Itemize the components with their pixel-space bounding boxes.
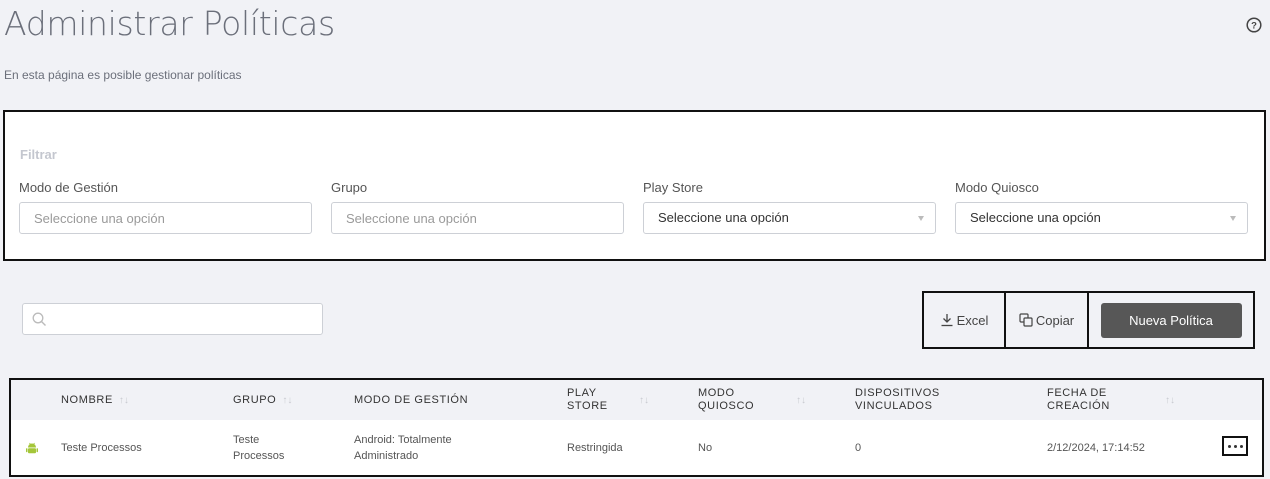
excel-label: Excel [956, 312, 989, 328]
select-value: Seleccione una opción [970, 210, 1101, 225]
filter-label: Grupo [331, 180, 368, 195]
column-header-fecha[interactable]: FECHA DE CREACIÓN ↑↓ [1047, 380, 1197, 420]
more-icon [1233, 444, 1237, 448]
sort-icon[interactable]: ↑↓ [796, 394, 806, 407]
cell-grupo: Teste Processos [233, 433, 285, 462]
filter-label: Modo de Gestión [19, 180, 119, 195]
svg-text:?: ? [1251, 21, 1257, 32]
sort-icon[interactable]: ↑↓ [639, 394, 649, 407]
column-header-modo-quiosco[interactable]: MODO QUIOSCO ↑↓ [698, 380, 838, 420]
more-icon [1239, 444, 1243, 448]
modo-gestion-input[interactable] [19, 202, 312, 234]
column-label: GRUPO [233, 393, 277, 406]
column-header-nombre[interactable]: NOMBRE ↑↓ [61, 380, 129, 420]
page-title: Administrar Políticas [4, 4, 335, 43]
filter-play-store: Play Store Seleccione una opción [643, 180, 936, 234]
table-row[interactable]: Teste Processos Teste Processos Android:… [11, 420, 1262, 475]
column-label: PLAY STORE [567, 387, 608, 412]
select-value: Seleccione una opción [658, 210, 789, 225]
sort-icon[interactable]: ↑↓ [282, 394, 292, 407]
cell-modo-gestion: Android: Totalmente Administrado [354, 433, 452, 462]
copy-button[interactable]: Copiar [1006, 293, 1089, 347]
cell-play-store: Restringida [567, 441, 623, 454]
search-input[interactable] [22, 303, 323, 335]
policies-table: NOMBRE ↑↓ GRUPO ↑↓ MODO DE GESTIÓN PLAY … [9, 378, 1264, 477]
cell-nombre: Teste Processos [61, 441, 142, 454]
modo-quiosco-select[interactable]: Seleccione una opción [955, 202, 1248, 234]
excel-button[interactable]: Excel [924, 293, 1006, 347]
search-icon [32, 312, 46, 326]
sort-icon[interactable]: ↑↓ [119, 394, 129, 407]
grupo-input[interactable] [331, 202, 624, 234]
column-label: NOMBRE [61, 393, 113, 406]
column-header-grupo[interactable]: GRUPO ↑↓ [233, 380, 292, 420]
play-store-select[interactable]: Seleccione una opción [643, 202, 936, 234]
filter-label: Play Store [643, 180, 703, 195]
filter-modo-quiosco: Modo Quiosco Seleccione una opción [955, 180, 1248, 234]
copy-label: Copiar [1035, 312, 1075, 328]
toolbar: Excel Copiar Nueva Política [922, 291, 1255, 349]
filter-modo-gestion: Modo de Gestión [19, 180, 312, 234]
chevron-down-icon [1230, 216, 1236, 221]
more-icon [1227, 444, 1231, 448]
cell-modo-quiosco: No [698, 441, 713, 454]
help-icon[interactable]: ? [1246, 17, 1262, 33]
download-icon [941, 314, 953, 327]
filter-label: Modo Quiosco [955, 180, 1039, 195]
column-label: MODO QUIOSCO [698, 387, 755, 412]
filter-panel: Filtrar Modo de Gestión Grupo Play Store… [3, 110, 1266, 261]
column-label: DISPOSITIVOS VINCULADOS [855, 387, 940, 412]
chevron-down-icon [918, 216, 924, 221]
column-label: MODO DE GESTIÓN [354, 393, 469, 406]
copy-icon [1019, 313, 1033, 327]
column-label: FECHA DE CREACIÓN [1047, 387, 1110, 412]
cell-dispositivos: 0 [855, 441, 862, 454]
page-subtitle: En esta página es posible gestionar polí… [4, 68, 242, 82]
more-actions-button[interactable] [1222, 436, 1248, 456]
android-icon [26, 442, 38, 454]
cell-fecha: 2/12/2024, 17:14:52 [1047, 441, 1145, 454]
column-header-play-store[interactable]: PLAY STORE ↑↓ [567, 380, 667, 420]
filter-title: Filtrar [20, 147, 57, 162]
new-button-wrap: Nueva Política [1089, 293, 1253, 347]
sort-icon[interactable]: ↑↓ [1165, 394, 1175, 407]
column-header-dispositivos: DISPOSITIVOS VINCULADOS [855, 380, 945, 420]
filter-grupo: Grupo [331, 180, 624, 234]
new-policy-button[interactable]: Nueva Política [1100, 302, 1242, 338]
column-header-modo-gestion: MODO DE GESTIÓN [354, 380, 468, 420]
